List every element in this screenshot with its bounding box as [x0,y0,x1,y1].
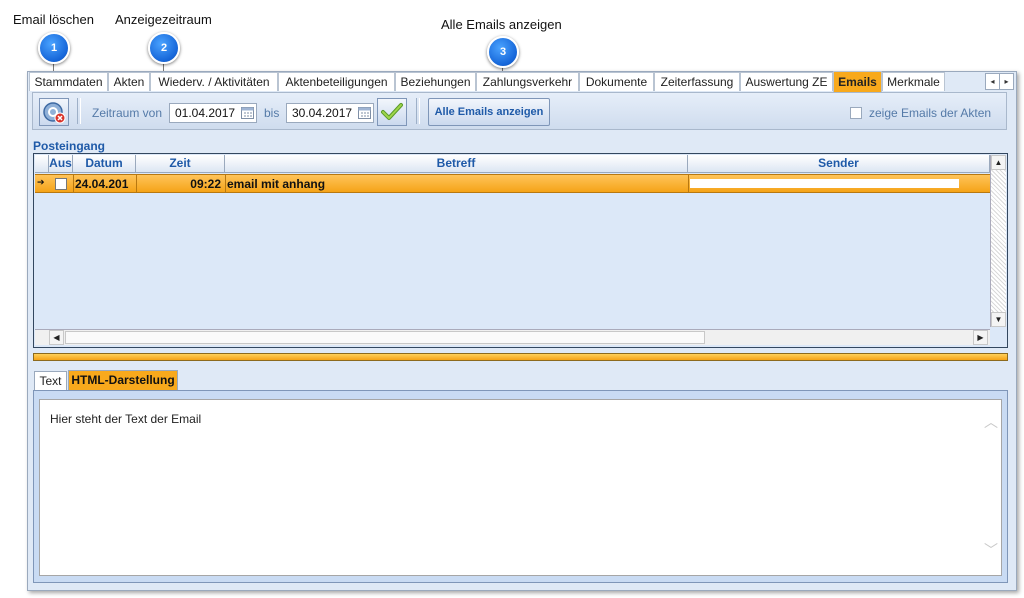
row-aus-checkbox[interactable] [55,178,67,190]
zeitraum-label: Zeitraum von [92,106,163,120]
callout-label-alle-emails: Alle Emails anzeigen [441,17,562,32]
column-divider [688,174,689,193]
date-from-value: 01.04.2017 [175,106,236,120]
body-scroll-down-icon[interactable]: ﹀ [984,540,998,560]
email-body-text: Hier steht der Text der Email [50,412,202,426]
column-header-betreff[interactable]: Betreff [225,155,688,173]
row-sender [690,179,959,188]
date-to-field[interactable]: 30.04.2017 [286,103,374,123]
tab-wiedervorlagen[interactable]: Wiederv. / Aktivitäten [150,72,278,91]
inbox-vertical-scrollbar[interactable]: ▲ ▼ [990,155,1006,327]
column-divider [73,174,74,193]
grid-indicator-header [35,155,49,173]
callout-badge-2: 2 [148,32,180,64]
tab-scroll-left-icon[interactable]: ◂ [985,73,1000,90]
tab-merkmale[interactable]: Merkmale [882,72,945,91]
inbox-title: Posteingang [33,139,106,153]
delete-email-button[interactable] [39,98,69,126]
inbox-horizontal-scrollbar[interactable]: ◀ ▶ [35,329,990,345]
pane-splitter[interactable] [33,353,1008,361]
column-header-aus[interactable]: Aus [49,155,73,173]
tab-zeiterfassung[interactable]: Zeiterfassung [654,72,740,91]
column-header-datum[interactable]: Datum [73,155,136,173]
scroll-left-icon[interactable]: ◀ [49,330,64,345]
toolbar-separator [77,98,81,124]
show-all-emails-button[interactable]: Alle Emails anzeigen [428,98,550,126]
show-akten-emails-label: zeige Emails der Akten [869,106,992,120]
column-divider [136,174,137,193]
tab-beziehungen[interactable]: Beziehungen [395,72,476,91]
scroll-up-icon[interactable]: ▲ [991,155,1006,170]
callout-badge-3: 3 [487,36,519,68]
tab-scroll-right-icon[interactable]: ▸ [999,73,1014,90]
tab-stammdaten[interactable]: Stammdaten [29,72,108,91]
delete-email-icon [43,102,66,124]
scroll-thumb[interactable] [65,331,705,344]
bis-label: bis [264,106,280,120]
row-datum: 24.04.201 [75,177,129,191]
apply-date-range-button[interactable] [377,98,407,126]
column-divider [225,174,226,193]
tab-auswertung-ze[interactable]: Auswertung ZE [740,72,833,91]
calendar-icon[interactable] [241,106,254,119]
scroll-down-icon[interactable]: ▼ [991,312,1006,327]
show-akten-emails-checkbox[interactable] [850,107,862,119]
row-selector-arrow-icon: ➔ [37,177,45,187]
column-header-sender[interactable]: Sender [688,155,990,173]
tab-zahlungsverkehr[interactable]: Zahlungsverkehr [476,72,579,91]
row-betreff: email mit anhang [227,177,326,191]
row-zeit: 09:22 [190,177,221,191]
column-header-zeit[interactable]: Zeit [136,155,225,173]
checkmark-icon [381,103,403,120]
toolbar-separator [416,98,420,124]
date-to-value: 30.04.2017 [292,106,353,120]
email-body-panel[interactable]: Hier steht der Text der Email ︿ ﹀ [39,399,1002,576]
calendar-icon[interactable] [358,106,371,119]
body-scroll-up-icon[interactable]: ︿ [984,412,998,432]
callout-label-email-loeschen: Email löschen [13,12,94,27]
tab-aktenbeteiligungen[interactable]: Aktenbeteiligungen [278,72,395,91]
tab-emails[interactable]: Emails [833,71,882,92]
tab-html-darstellung[interactable]: HTML-Darstellung [68,370,178,391]
callout-badge-1: 1 [38,32,70,64]
scroll-right-icon[interactable]: ▶ [973,330,988,345]
date-from-field[interactable]: 01.04.2017 [169,103,257,123]
tab-akten[interactable]: Akten [108,72,150,91]
tab-text[interactable]: Text [34,371,67,391]
callout-label-anzeigezeitraum: Anzeigezeitraum [115,12,212,27]
module-tab-bar: Stammdaten Akten Wiederv. / Aktivitäten … [29,71,984,92]
tab-dokumente[interactable]: Dokumente [579,72,654,91]
